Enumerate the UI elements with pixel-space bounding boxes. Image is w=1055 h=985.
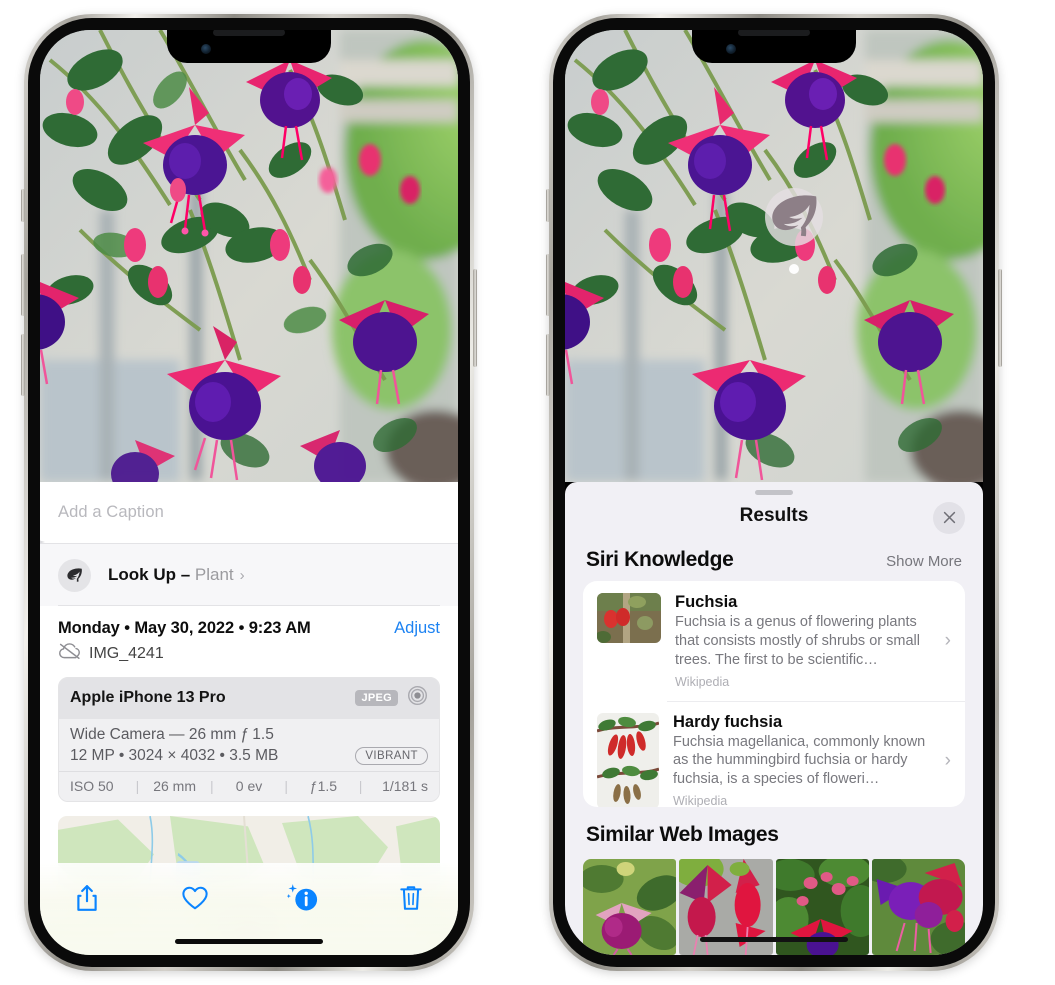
info-button[interactable] <box>282 877 324 919</box>
screen-right: Results Siri Knowledge Show More Fuchsia… <box>565 30 983 955</box>
similar-web-images-header: Similar Web Images <box>565 807 983 857</box>
front-camera-icon <box>201 44 211 54</box>
volume-up-button-left[interactable] <box>21 254 25 316</box>
photo-viewer-right[interactable] <box>565 30 983 482</box>
photo-viewer[interactable] <box>40 30 458 482</box>
photo-filename: IMG_4241 <box>89 644 164 662</box>
results-header: Results <box>565 495 983 538</box>
favorite-button[interactable] <box>174 877 216 919</box>
look-up-label: Look Up – Plant › <box>108 565 245 584</box>
setting-ev: 0 ev <box>235 778 263 794</box>
photo-filename-row: IMG_4241 <box>40 638 458 677</box>
delete-button[interactable] <box>390 877 432 919</box>
home-indicator[interactable] <box>175 939 323 944</box>
earpiece-speaker <box>738 30 810 36</box>
volume-down-button-left[interactable] <box>21 334 25 396</box>
divider <box>58 605 440 606</box>
separator: | <box>209 778 214 794</box>
format-badge: JPEG <box>355 690 398 706</box>
separator: | <box>135 778 140 794</box>
volume-down-button-right[interactable] <box>546 334 550 396</box>
photo-date: Monday • May 30, 2022 • 9:23 AM <box>58 619 311 637</box>
setting-focal: 26 mm <box>153 778 196 794</box>
show-more-button[interactable]: Show More <box>886 553 962 570</box>
specs-line: 12 MP • 3024 × 4032 • 3.5 MB <box>70 747 279 764</box>
fuchsia-photo-right <box>565 30 983 482</box>
knowledge-title: Fuchsia <box>675 593 738 612</box>
separator: | <box>358 778 363 794</box>
caption-input[interactable]: Add a Caption <box>58 503 164 522</box>
power-button-left[interactable] <box>473 269 477 367</box>
notch <box>167 30 331 63</box>
siri-knowledge-title: Siri Knowledge <box>586 548 734 572</box>
knowledge-thumbnail <box>597 712 659 807</box>
adjust-button[interactable]: Adjust <box>394 619 440 638</box>
chevron-right-icon: › <box>239 567 245 584</box>
chevron-right-icon: › <box>944 629 951 651</box>
earpiece-speaker <box>213 30 285 36</box>
look-up-row[interactable]: Look Up – Plant › <box>40 539 458 606</box>
siri-knowledge-card: Fuchsia Fuchsia is a genus of flowering … <box>583 581 965 807</box>
knowledge-source: Wikipedia <box>673 794 728 807</box>
chevron-right-icon: › <box>944 749 951 771</box>
close-icon[interactable] <box>933 501 965 534</box>
knowledge-thumbnail <box>597 593 661 644</box>
knowledge-row[interactable]: Fuchsia Fuchsia is a genus of flowering … <box>583 581 965 701</box>
knowledge-title: Hardy fuchsia <box>673 712 783 731</box>
volume-up-button-right[interactable] <box>546 254 550 316</box>
knowledge-description: Fuchsia magellanica, commonly known as t… <box>673 733 926 788</box>
screen-left: Add a Caption Look Up – Plant › Monday •… <box>40 30 458 955</box>
similar-image-tile[interactable] <box>871 859 965 955</box>
knowledge-row[interactable]: Hardy fuchsia Fuchsia magellanica, commo… <box>583 700 965 807</box>
camera-device: Apple iPhone 13 Pro <box>70 689 226 706</box>
notch <box>692 30 856 63</box>
home-indicator[interactable] <box>700 937 848 942</box>
similar-image-tile[interactable] <box>583 859 677 955</box>
photographic-style-badge: VIBRANT <box>355 747 428 765</box>
setting-aperture: ƒ1.5 <box>309 778 338 794</box>
knowledge-source: Wikipedia <box>675 674 730 689</box>
sparkle-icon <box>40 535 51 555</box>
setting-iso: ISO 50 <box>70 778 114 794</box>
fuchsia-photo <box>40 30 458 482</box>
phone-right: Results Siri Knowledge Show More Fuchsia… <box>546 14 1002 971</box>
visual-look-up-badge[interactable] <box>765 188 823 246</box>
lens-line: Wide Camera — 26 mm ƒ 1.5 <box>70 726 274 743</box>
leaf-icon <box>772 195 817 237</box>
phone-left: Add a Caption Look Up – Plant › Monday •… <box>21 14 477 971</box>
leaf-icon <box>58 558 91 592</box>
siri-knowledge-header: Siri Knowledge Show More <box>565 538 983 581</box>
camera-info-body: Wide Camera — 26 mm ƒ 1.5 12 MP • 3024 ×… <box>59 719 439 771</box>
similar-web-images-title: Similar Web Images <box>586 823 779 846</box>
camera-settings-row: ISO 50 | 26 mm | 0 ev | ƒ1.5 | 1/181 s <box>59 771 439 801</box>
power-button-right[interactable] <box>998 269 1002 367</box>
silent-switch-left[interactable] <box>21 189 25 222</box>
icloud-slash-icon <box>58 642 81 665</box>
front-camera-icon <box>726 44 736 54</box>
caption-field-row[interactable]: Add a Caption <box>40 482 458 544</box>
results-sheet: Results Siri Knowledge Show More Fuchsia… <box>565 482 983 955</box>
photo-meta-row: Monday • May 30, 2022 • 9:23 AM Adjust <box>40 606 458 638</box>
silent-switch-right[interactable] <box>546 189 550 222</box>
knowledge-description: Fuchsia is a genus of flowering plants t… <box>675 614 920 668</box>
screenshot-stage: Add a Caption Look Up – Plant › Monday •… <box>0 0 1055 985</box>
aperture-icon <box>407 685 428 711</box>
visual-look-up-anchor-dot <box>789 264 799 274</box>
results-title: Results <box>739 505 809 527</box>
setting-shutter: 1/181 s <box>382 778 429 794</box>
camera-info-card[interactable]: Apple iPhone 13 Pro JPEG Wide Camera — 2… <box>58 677 440 802</box>
share-button[interactable] <box>66 877 108 919</box>
camera-info-header: Apple iPhone 13 Pro JPEG <box>59 678 439 719</box>
separator: | <box>284 778 289 794</box>
